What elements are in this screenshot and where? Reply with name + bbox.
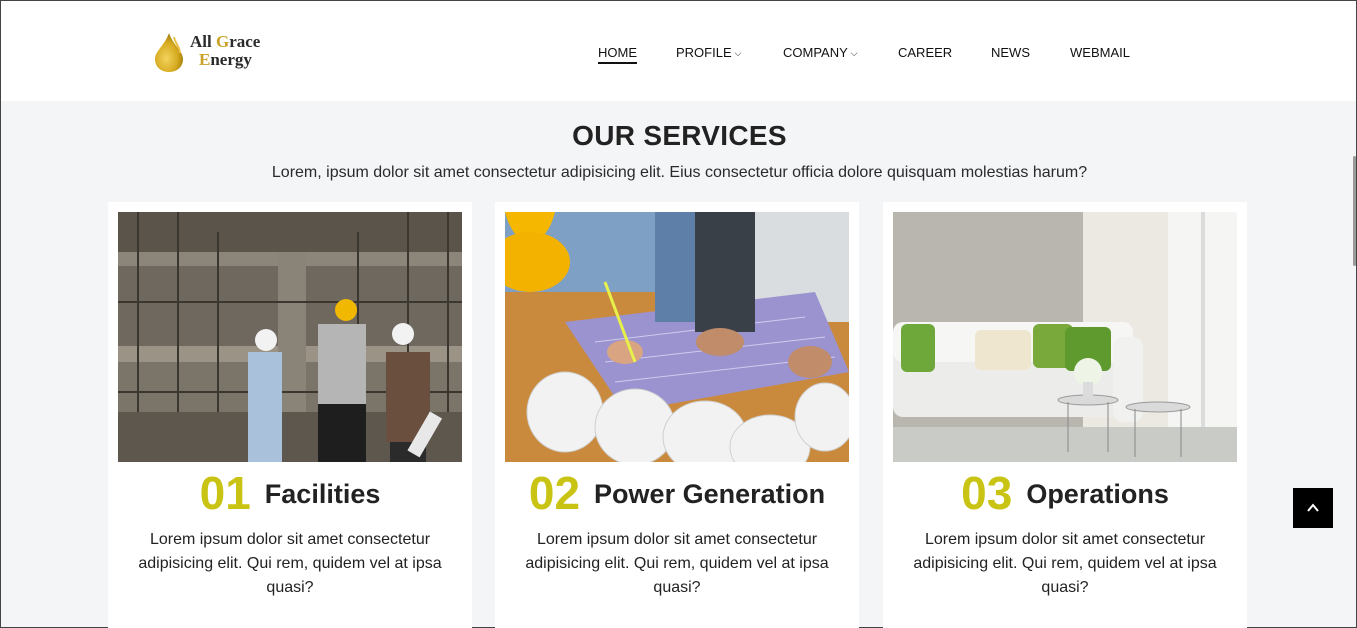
nav-news[interactable]: NEWS: [991, 45, 1030, 60]
chevron-down-icon: ⌵: [734, 48, 742, 58]
service-description: Lorem ipsum dolor sit amet consectetur a…: [913, 531, 1217, 596]
nav-career[interactable]: CAREER: [898, 45, 952, 60]
service-card-facilities: 01 Facilities Lorem ipsum dolor sit amet …: [108, 202, 472, 628]
service-title: Operations: [1026, 479, 1169, 510]
service-description: Lorem ipsum dolor sit amet consectetur a…: [525, 531, 829, 596]
service-title: Power Generation: [594, 479, 826, 510]
service-heading: 01 Facilities: [108, 466, 472, 520]
site-header: All Grace Energy HOME PROFILE ⌵ COMPANY ⌵ …: [1, 1, 1356, 101]
service-heading: 03 Operations: [883, 466, 1247, 520]
service-card-operations: 03 Operations Lorem ipsum dolor sit amet …: [883, 202, 1247, 628]
section-subtitle: Lorem, ipsum dolor sit amet consectetur …: [271, 164, 1088, 181]
service-number: 03: [961, 467, 1013, 519]
back-to-top-button[interactable]: [1293, 488, 1333, 528]
chevron-down-icon: ⌵: [850, 48, 858, 58]
nav-webmail[interactable]: WEBMAIL: [1070, 45, 1130, 60]
service-image-living-room: [893, 212, 1237, 462]
service-number: 01: [199, 467, 251, 519]
nav-home[interactable]: HOME: [598, 45, 637, 64]
service-number: 02: [528, 467, 581, 519]
brand-name: All Grace Energy: [190, 32, 261, 69]
chevron-up-icon: [1307, 503, 1319, 512]
service-card-power-generation: 02 Power Generation Lorem ipsum dolor sit…: [495, 202, 859, 628]
service-heading: 02 Power Generation: [495, 466, 859, 520]
nav-profile[interactable]: PROFILE ⌵: [676, 45, 741, 60]
oil-drop-icon: [155, 33, 183, 72]
nav-company[interactable]: COMPANY ⌵: [783, 45, 858, 60]
service-image-blueprints: [505, 212, 849, 462]
service-title: Facilities: [264, 479, 381, 510]
service-image-construction: [118, 212, 462, 462]
section-title: OUR SERVICES: [572, 120, 787, 151]
brand-logo[interactable]: All Grace Energy: [153, 31, 283, 75]
service-description: Lorem ipsum dolor sit amet consectetur a…: [138, 531, 442, 596]
